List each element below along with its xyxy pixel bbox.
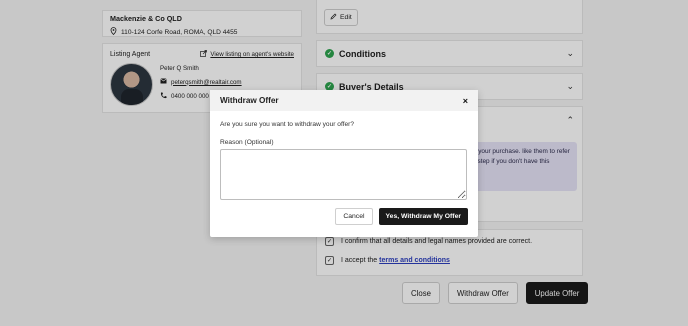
dialog-title: Withdraw Offer [220,96,279,105]
close-icon[interactable]: × [463,96,468,106]
confirm-withdraw-button[interactable]: Yes, Withdraw My Offer [378,208,468,225]
reason-textarea[interactable] [220,149,467,200]
reason-label: Reason (Optional) [220,139,274,146]
dialog-header: Withdraw Offer × [210,90,478,111]
dialog-question: Are you sure you want to withdraw your o… [220,121,355,128]
dialog-actions: Cancel Yes, Withdraw My Offer [335,208,468,225]
cancel-button[interactable]: Cancel [335,208,373,225]
withdraw-offer-dialog: Withdraw Offer × Are you sure you want t… [210,90,478,237]
